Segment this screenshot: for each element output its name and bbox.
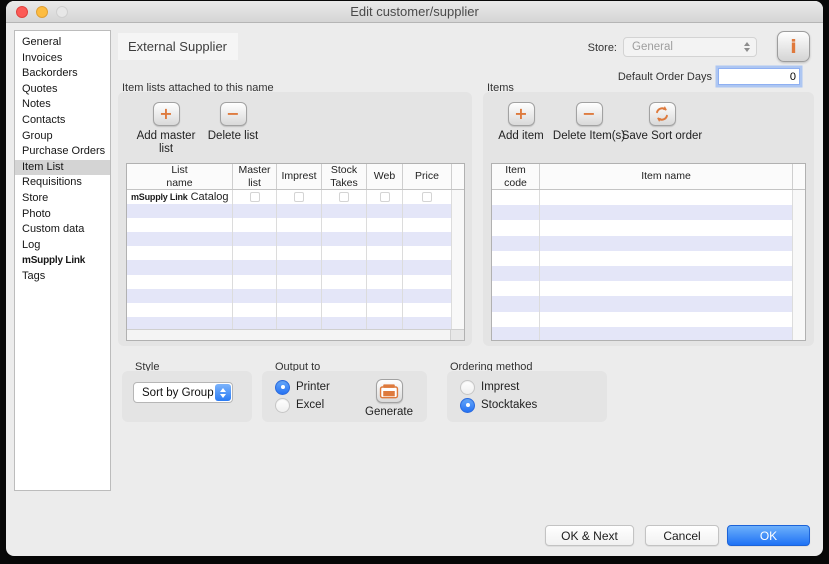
table-row[interactable]	[492, 190, 805, 205]
minus-icon: −	[582, 106, 595, 122]
cancel-button[interactable]: Cancel	[645, 525, 719, 546]
table-row[interactable]	[492, 327, 805, 340]
table-row[interactable]	[127, 204, 464, 218]
chevron-updown-icon	[738, 39, 755, 55]
table-row[interactable]	[492, 251, 805, 266]
window-title: Edit customer/supplier	[6, 1, 823, 23]
sidebar-item-group[interactable]: Group	[15, 129, 110, 145]
ordering-radio-group: ImprestStocktakes	[460, 378, 537, 414]
radio-printer[interactable]: Printer	[275, 378, 330, 396]
table-row[interactable]	[127, 260, 464, 274]
column-header[interactable]: Item code	[492, 164, 540, 189]
minus-icon: −	[226, 106, 239, 122]
zoom-window-icon	[56, 6, 68, 18]
radio-excel[interactable]: Excel	[275, 396, 330, 414]
output-panel: PrinterExcel Generate	[262, 371, 427, 422]
checkbox[interactable]	[294, 192, 304, 202]
sidebar-item-msupply-link[interactable]: mSupply Link	[15, 253, 110, 269]
generate-button[interactable]: Generate	[365, 379, 413, 418]
minimize-window-icon[interactable]	[36, 6, 48, 18]
chevron-updown-icon	[215, 384, 231, 401]
ordering-panel: ImprestStocktakes	[447, 371, 607, 422]
table-row[interactable]	[127, 289, 464, 303]
table-row[interactable]	[127, 232, 464, 246]
style-dropdown-value: Sort by Group	[134, 387, 214, 399]
checkbox[interactable]	[339, 192, 349, 202]
sidebar-item-notes[interactable]: Notes	[15, 97, 110, 113]
column-header[interactable]: Master list	[233, 164, 277, 189]
output-radio-group: PrinterExcel	[275, 378, 330, 414]
table-row[interactable]	[492, 205, 805, 220]
info-icon: i	[790, 36, 797, 58]
plus-icon: +	[514, 106, 527, 122]
sidebar-item-requisitions[interactable]: Requisitions	[15, 175, 110, 191]
sidebar-item-invoices[interactable]: Invoices	[15, 51, 110, 67]
table-row[interactable]	[492, 281, 805, 296]
table-row[interactable]	[492, 266, 805, 281]
table-row[interactable]: mSupply LinkCatalog	[127, 190, 464, 204]
table-row[interactable]	[127, 303, 464, 317]
column-header[interactable]: List name	[127, 164, 233, 189]
horizontal-scrollbar[interactable]	[127, 329, 464, 340]
items-table: Item codeItem name	[491, 163, 806, 341]
printer-icon	[379, 383, 399, 399]
style-panel: Sort by Group	[122, 371, 252, 422]
column-header[interactable]: Imprest	[277, 164, 322, 189]
sidebar-item-store[interactable]: Store	[15, 191, 110, 207]
default-order-days-input[interactable]: 0	[718, 68, 800, 85]
sidebar-item-quotes[interactable]: Quotes	[15, 82, 110, 98]
checkbox[interactable]	[422, 192, 432, 202]
sidebar-item-purchase-orders[interactable]: Purchase Orders	[15, 144, 110, 160]
default-order-days-label: Default Order Days	[586, 71, 712, 83]
checkbox[interactable]	[250, 192, 260, 202]
table-row[interactable]	[492, 236, 805, 251]
radio-imprest[interactable]: Imprest	[460, 378, 537, 396]
radio-stocktakes[interactable]: Stocktakes	[460, 396, 537, 414]
store-dropdown: General	[623, 37, 757, 57]
add-item-button[interactable]: + Add item	[495, 102, 547, 143]
sidebar-item-custom-data[interactable]: Custom data	[15, 222, 110, 238]
table-row[interactable]	[492, 220, 805, 235]
sort-sync-icon	[653, 105, 671, 123]
table-row[interactable]	[127, 246, 464, 260]
save-sort-order-button[interactable]: Save Sort order	[616, 102, 708, 143]
entity-type-label: External Supplier	[118, 33, 238, 60]
info-button[interactable]: i	[777, 31, 810, 62]
sidebar-item-tags[interactable]: Tags	[15, 269, 110, 285]
titlebar[interactable]: Edit customer/supplier	[6, 1, 823, 23]
column-header[interactable]: Item name	[540, 164, 793, 189]
sidebar-item-log[interactable]: Log	[15, 238, 110, 254]
table-row[interactable]	[127, 275, 464, 289]
style-dropdown[interactable]: Sort by Group	[133, 382, 233, 403]
store-label: Store:	[557, 42, 617, 54]
add-master-list-button[interactable]: + Add master list	[132, 102, 200, 156]
plus-icon: +	[159, 106, 172, 122]
table-row[interactable]	[127, 317, 464, 329]
column-header[interactable]: Stock Takes	[322, 164, 367, 189]
sidebar-item-item-list[interactable]: Item List	[15, 160, 110, 176]
sidebar-item-backorders[interactable]: Backorders	[15, 66, 110, 82]
column-header[interactable]: Web	[367, 164, 403, 189]
sidebar-item-contacts[interactable]: Contacts	[15, 113, 110, 129]
checkbox[interactable]	[380, 192, 390, 202]
column-header[interactable]: Price	[403, 164, 452, 189]
table-row[interactable]	[127, 218, 464, 232]
table-row[interactable]	[492, 296, 805, 311]
sidebar-item-general[interactable]: General	[15, 35, 110, 51]
store-dropdown-value: General	[624, 41, 737, 53]
table-row[interactable]	[492, 312, 805, 327]
delete-list-button[interactable]: − Delete list	[202, 102, 264, 143]
sidebar-item-photo[interactable]: Photo	[15, 207, 110, 223]
sidebar: GeneralInvoicesBackordersQuotesNotesCont…	[14, 30, 111, 491]
ok-button[interactable]: OK	[727, 525, 810, 546]
edit-customer-supplier-dialog: Edit customer/supplier GeneralInvoicesBa…	[6, 1, 823, 556]
ok-next-button[interactable]: OK & Next	[545, 525, 634, 546]
close-window-icon[interactable]	[16, 6, 28, 18]
item-lists-table: List nameMaster listImprestStock TakesWe…	[126, 163, 465, 341]
